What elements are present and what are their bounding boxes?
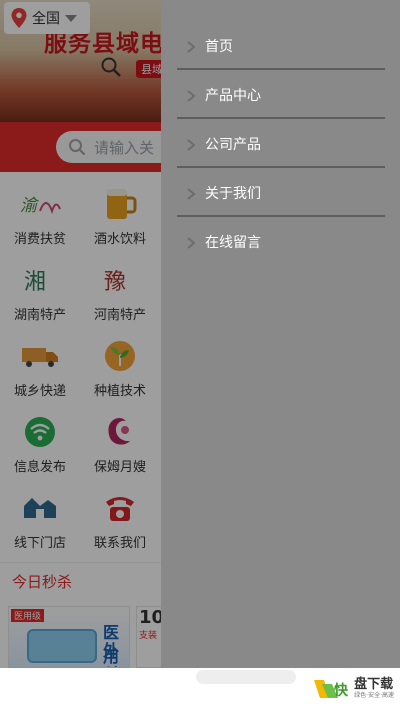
watermark-smudge	[196, 670, 296, 684]
menu-divider	[177, 68, 385, 70]
watermark-name: 盘下载	[354, 677, 394, 692]
menu-item-home[interactable]: 首页	[177, 22, 385, 70]
chevron-right-icon	[187, 188, 196, 200]
chevron-right-icon	[187, 90, 196, 102]
menu-item-about[interactable]: 关于我们	[177, 169, 385, 217]
chevron-right-icon	[187, 139, 196, 151]
menu-item-label: 在线留言	[205, 235, 261, 251]
menu-item-label: 首页	[205, 39, 233, 55]
menu-item-company-products[interactable]: 公司产品	[177, 120, 385, 168]
menu-divider	[177, 215, 385, 217]
menu-item-products[interactable]: 产品中心	[177, 71, 385, 119]
svg-text:快: 快	[334, 682, 349, 699]
menu-item-message[interactable]: 在线留言	[177, 218, 385, 266]
menu-item-label: 产品中心	[205, 88, 261, 104]
menu-item-label: 关于我们	[205, 186, 261, 202]
chevron-right-icon	[187, 237, 196, 249]
chevron-right-icon	[187, 41, 196, 53]
menu-divider	[177, 117, 385, 119]
watermark-logo-icon: 快	[314, 680, 349, 699]
watermark-subtitle: 绿色·安全·高速	[354, 692, 394, 699]
menu-item-label: 公司产品	[205, 137, 261, 153]
bottom-strip: 快 盘下载 绿色·安全·高速	[0, 668, 400, 710]
navigation-drawer: 首页 产品中心 公司产品 关于我们 在线留言	[161, 0, 400, 668]
watermark: 快 盘下载 绿色·安全·高速	[312, 676, 394, 702]
menu-divider	[177, 166, 385, 168]
